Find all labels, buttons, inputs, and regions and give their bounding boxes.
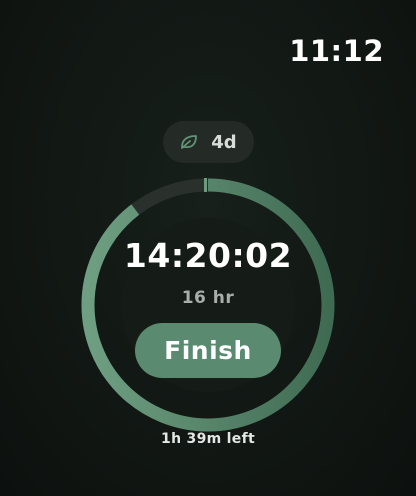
finish-button[interactable]: Finish <box>135 323 281 378</box>
fasting-timer-screen: 11:12 4d 14:20:02 16 hr Finish 1h 39m le… <box>0 0 416 496</box>
fast-goal: 16 hr <box>181 288 235 308</box>
time-left-label: 1h 39m left <box>161 431 255 447</box>
ring-start-marker <box>204 178 207 192</box>
elapsed-time: 14:20:02 <box>123 236 293 275</box>
